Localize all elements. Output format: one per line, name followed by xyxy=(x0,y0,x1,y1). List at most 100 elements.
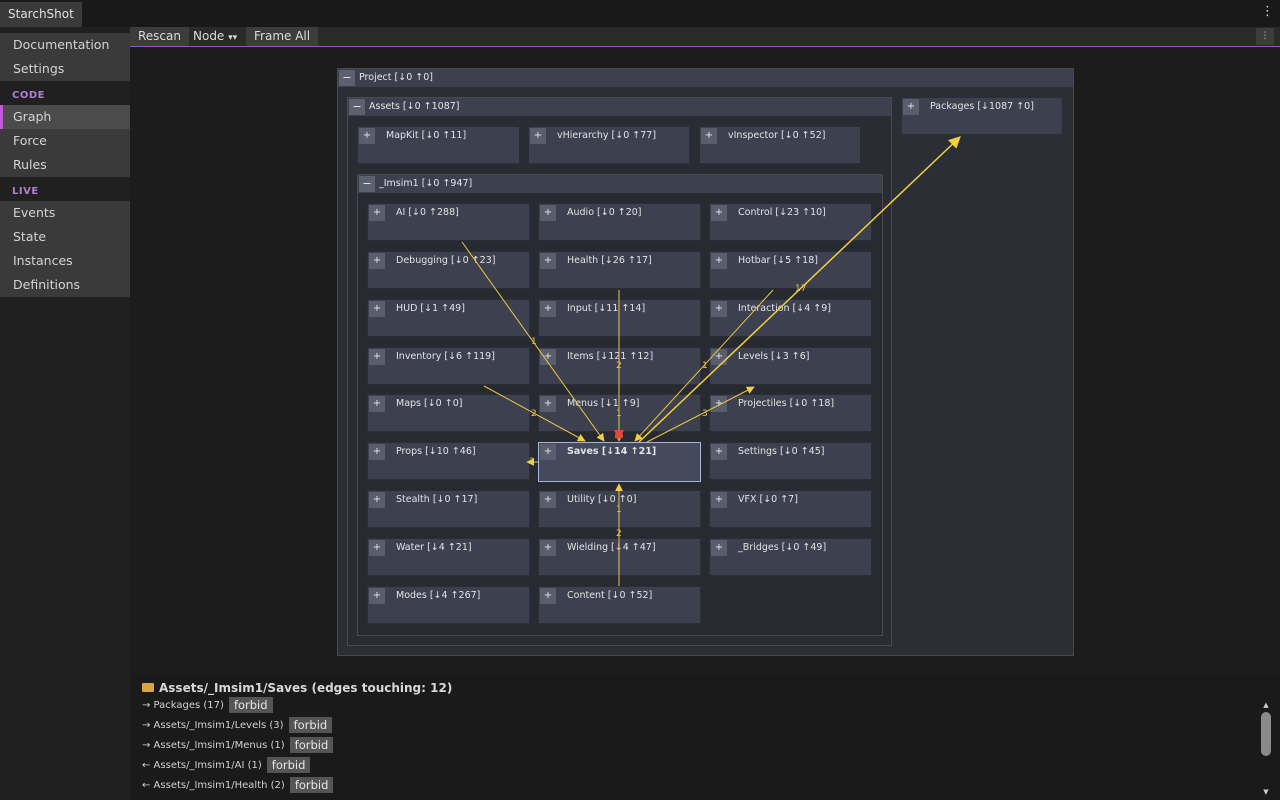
expand-node-button[interactable]: + xyxy=(711,301,727,317)
node-dropdown[interactable]: Node ▾▾ xyxy=(187,27,243,46)
expand-node-button[interactable]: + xyxy=(540,540,556,556)
scrollbar-thumb[interactable] xyxy=(1261,712,1271,756)
expand-node-button[interactable]: + xyxy=(369,540,385,556)
node-modes[interactable]: + Modes [↓4 ↑267] xyxy=(367,586,530,624)
expand-node-button[interactable]: + xyxy=(540,205,556,221)
forbid-button[interactable]: forbid xyxy=(288,717,333,733)
expand-node-button[interactable]: + xyxy=(369,205,385,221)
kebab-menu-icon[interactable]: ⋮ xyxy=(1261,4,1274,20)
node-packages[interactable]: + Packages [↓1087 ↑0] xyxy=(901,97,1063,135)
sidebar-item-rules[interactable]: Rules xyxy=(0,153,130,177)
sidebar-item-definitions[interactable]: Definitions xyxy=(0,273,130,297)
expand-node-button[interactable]: + xyxy=(540,349,556,365)
sidebar-header-code: CODE xyxy=(12,90,45,101)
node-health[interactable]: + Health [↓26 ↑17] xyxy=(538,251,701,289)
expand-node-button[interactable]: + xyxy=(369,444,385,460)
forbid-button[interactable]: forbid xyxy=(266,757,311,773)
expand-node-button[interactable]: + xyxy=(540,253,556,269)
expand-node-button[interactable]: + xyxy=(530,128,546,144)
expand-node-button[interactable]: + xyxy=(369,349,385,365)
node-levels[interactable]: + Levels [↓3 ↑6] xyxy=(709,347,872,385)
expand-packages-button[interactable]: + xyxy=(903,99,919,115)
node-stealth[interactable]: + Stealth [↓0 ↑17] xyxy=(367,490,530,528)
expand-node-button[interactable]: + xyxy=(711,349,727,365)
node-label: Utility [↓0 ↑0] xyxy=(567,494,637,505)
edge-row-text: → Assets/_Imsim1/Levels (3) xyxy=(142,720,284,731)
scroll-up-icon[interactable]: ▲ xyxy=(1262,701,1270,709)
node-control[interactable]: + Control [↓23 ↑10] xyxy=(709,203,872,241)
node-ai[interactable]: + AI [↓0 ↑288] xyxy=(367,203,530,241)
sidebar-live-group: Events State Instances Definitions xyxy=(0,201,130,297)
scroll-down-icon[interactable]: ▼ xyxy=(1262,788,1270,796)
node-input[interactable]: + Input [↓11 ↑14] xyxy=(538,299,701,337)
expand-node-button[interactable]: + xyxy=(369,396,385,412)
selection-details-panel: Assets/_Imsim1/Saves (edges touching: 12… xyxy=(130,674,1280,800)
node-content[interactable]: + Content [↓0 ↑52] xyxy=(538,586,701,624)
collapse-imsim1-button[interactable]: − xyxy=(359,176,375,192)
node-vinspector[interactable]: + vInspector [↓0 ↑52] xyxy=(699,126,861,164)
node-label: Props [↓10 ↑46] xyxy=(396,446,476,457)
collapse-project-button[interactable]: − xyxy=(339,70,355,86)
expand-node-button[interactable]: + xyxy=(701,128,717,144)
node-projectiles[interactable]: + Projectiles [↓0 ↑18] xyxy=(709,394,872,432)
node-maps[interactable]: + Maps [↓0 ↑0] xyxy=(367,394,530,432)
forbid-button[interactable]: forbid xyxy=(289,737,334,753)
node-utility[interactable]: + Utility [↓0 ↑0] xyxy=(538,490,701,528)
node-settings[interactable]: + Settings [↓0 ↑45] xyxy=(709,442,872,480)
expand-node-button[interactable]: + xyxy=(369,253,385,269)
expand-node-button[interactable]: + xyxy=(369,588,385,604)
forbid-button[interactable]: forbid xyxy=(289,777,334,793)
node-hud[interactable]: + HUD [↓1 ↑49] xyxy=(367,299,530,337)
sidebar-item-settings[interactable]: Settings xyxy=(0,57,130,81)
expand-node-button[interactable]: + xyxy=(540,444,556,460)
node-wielding[interactable]: + Wielding [↓4 ↑47] xyxy=(538,538,701,576)
expand-node-button[interactable]: + xyxy=(711,540,727,556)
node-label: Hotbar [↓5 ↑18] xyxy=(738,255,818,266)
app-title-tab[interactable]: StarchShot xyxy=(0,2,82,27)
group-imsim1-label: _Imsim1 [↓0 ↑947] xyxy=(379,178,473,189)
toolbar-kebab-icon[interactable]: ⋮ xyxy=(1256,28,1274,45)
node-inventory[interactable]: + Inventory [↓6 ↑119] xyxy=(367,347,530,385)
expand-node-button[interactable]: + xyxy=(540,396,556,412)
graph-canvas[interactable]: − Project [↓0 ↑0] − Assets [↓0 ↑1087] + Pa… xyxy=(130,48,1280,674)
expand-node-button[interactable]: + xyxy=(540,492,556,508)
node-mapkit[interactable]: + MapKit [↓0 ↑11] xyxy=(357,126,520,164)
edge-row: → Packages (17) forbid xyxy=(142,697,273,715)
node-label: _Bridges [↓0 ↑49] xyxy=(738,542,827,553)
expand-node-button[interactable]: + xyxy=(711,205,727,221)
node-menus[interactable]: + Menus [↓1 ↑9] xyxy=(538,394,701,432)
node-vfx[interactable]: + VFX [↓0 ↑7] xyxy=(709,490,872,528)
expand-node-button[interactable]: + xyxy=(540,588,556,604)
node-hotbar[interactable]: + Hotbar [↓5 ↑18] xyxy=(709,251,872,289)
node-label: Control [↓23 ↑10] xyxy=(738,207,826,218)
node-bridges[interactable]: + _Bridges [↓0 ↑49] xyxy=(709,538,872,576)
expand-node-button[interactable]: + xyxy=(540,301,556,317)
node-label: Content [↓0 ↑52] xyxy=(567,590,653,601)
expand-node-button[interactable]: + xyxy=(711,492,727,508)
node-audio[interactable]: + Audio [↓0 ↑20] xyxy=(538,203,701,241)
node-water[interactable]: + Water [↓4 ↑21] xyxy=(367,538,530,576)
sidebar-item-instances[interactable]: Instances xyxy=(0,249,130,273)
collapse-assets-button[interactable]: − xyxy=(349,99,365,115)
sidebar-item-documentation[interactable]: Documentation xyxy=(0,33,130,57)
expand-node-button[interactable]: + xyxy=(369,301,385,317)
expand-node-button[interactable]: + xyxy=(369,492,385,508)
expand-node-button[interactable]: + xyxy=(359,128,375,144)
node-interaction[interactable]: + Interaction [↓4 ↑9] xyxy=(709,299,872,337)
node-debugging[interactable]: + Debugging [↓0 ↑23] xyxy=(367,251,530,289)
rescan-button[interactable]: Rescan xyxy=(130,27,189,46)
forbid-button[interactable]: forbid xyxy=(228,697,273,713)
expand-node-button[interactable]: + xyxy=(711,444,727,460)
frame-all-button[interactable]: Frame All xyxy=(246,27,319,46)
node-label: Modes [↓4 ↑267] xyxy=(396,590,481,601)
sidebar-item-force[interactable]: Force xyxy=(0,129,130,153)
sidebar-item-events[interactable]: Events xyxy=(0,201,130,225)
node-saves-selected[interactable]: + Saves [↓14 ↑21] xyxy=(538,442,701,482)
sidebar-item-graph[interactable]: Graph xyxy=(0,105,130,129)
node-items[interactable]: + Items [↓121 ↑12] xyxy=(538,347,701,385)
node-vhierarchy[interactable]: + vHierarchy [↓0 ↑77] xyxy=(528,126,690,164)
sidebar-item-state[interactable]: State xyxy=(0,225,130,249)
node-props[interactable]: + Props [↓10 ↑46] xyxy=(367,442,530,480)
expand-node-button[interactable]: + xyxy=(711,396,727,412)
expand-node-button[interactable]: + xyxy=(711,253,727,269)
